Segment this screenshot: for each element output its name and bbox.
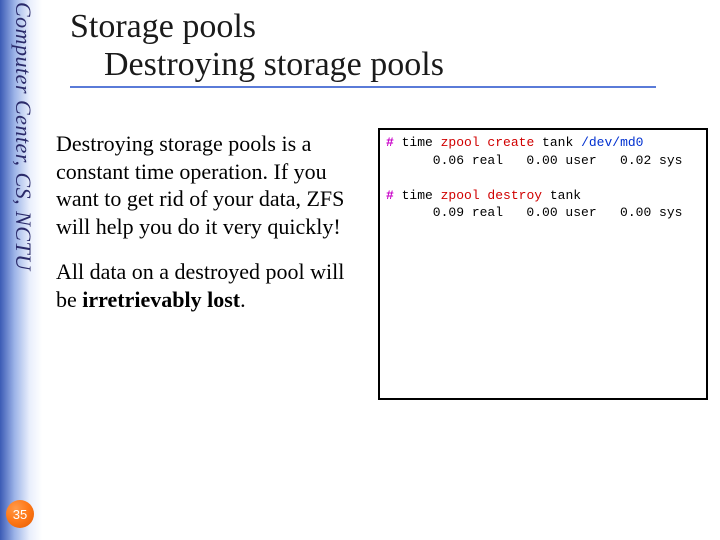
title-line-2: Destroying storage pools — [70, 46, 656, 88]
body-paragraph-2: All data on a destroyed pool will be irr… — [56, 258, 356, 313]
dev-path: /dev/md0 — [581, 135, 643, 150]
body-p2-bold: irretrievably lost — [82, 287, 240, 312]
title-line-1: Storage pools — [70, 8, 690, 46]
timing-1: 0.06 real 0.00 user 0.02 sys — [386, 153, 682, 168]
prompt-1: # — [386, 135, 394, 150]
t4d: tank — [542, 188, 581, 203]
page-number-badge: 35 — [6, 500, 34, 528]
sidebar-gradient: Computer Center, CS, NCTU — [0, 0, 42, 540]
t1d: tank — [534, 135, 581, 150]
terminal-output: # time zpool create tank /dev/md0 0.06 r… — [378, 128, 708, 400]
timing-2: 0.09 real 0.00 user 0.00 sys — [386, 205, 682, 220]
body-p2-c: . — [240, 287, 246, 312]
slide: Computer Center, CS, NCTU 35 Storage poo… — [0, 0, 720, 540]
cmd-destroy: zpool destroy — [441, 188, 542, 203]
org-text: Computer Center, CS, NCTU — [10, 2, 36, 540]
body-paragraph-1: Destroying storage pools is a constant t… — [56, 130, 356, 240]
page-number: 35 — [13, 507, 27, 522]
title-block: Storage pools Destroying storage pools — [70, 8, 690, 88]
t4b: time — [394, 188, 441, 203]
body-text: Destroying storage pools is a constant t… — [56, 130, 356, 331]
cmd-create: zpool create — [441, 135, 535, 150]
prompt-2: # — [386, 188, 394, 203]
t1b: time — [394, 135, 441, 150]
